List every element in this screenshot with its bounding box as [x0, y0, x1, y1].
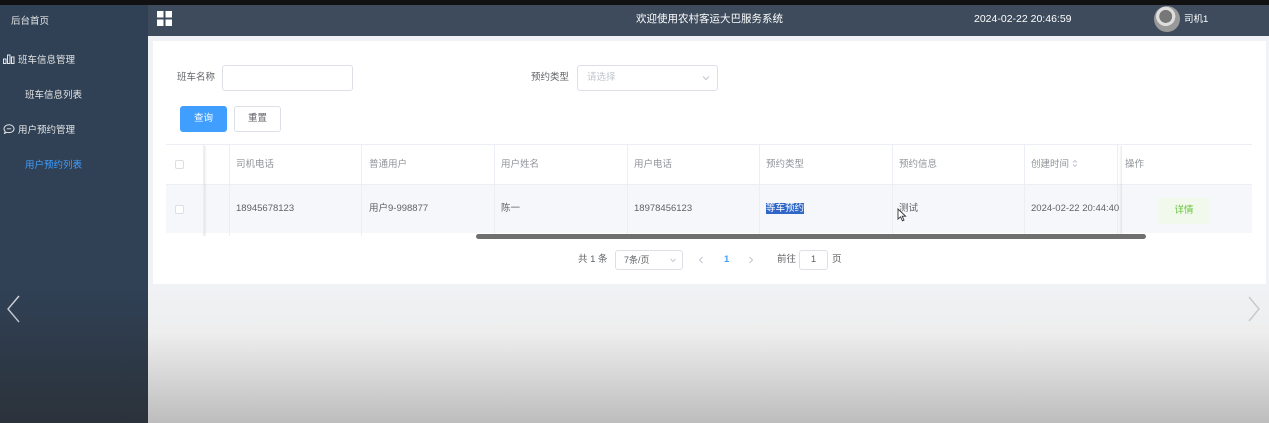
- sidebar-item-bus-list[interactable]: 班车信息列表: [25, 86, 173, 106]
- reservation-type-select[interactable]: 请选择: [577, 65, 718, 91]
- fixed-column-shadow: [204, 146, 207, 236]
- page-size-select[interactable]: 7条/页: [615, 250, 683, 270]
- column-divider: [361, 145, 362, 236]
- sidebar-group-label: 班车信息管理: [18, 55, 76, 66]
- column-header-user-name: 用户姓名: [501, 159, 540, 170]
- column-header-user-phone: 用户电话: [634, 159, 673, 170]
- row-checkbox[interactable]: [175, 205, 184, 214]
- bus-name-label: 班车名称: [177, 72, 216, 83]
- column-divider: [229, 145, 230, 236]
- query-button[interactable]: 查询: [180, 106, 227, 132]
- column-header-label: 创建时间: [1031, 159, 1070, 170]
- reset-button[interactable]: 重置: [234, 106, 281, 132]
- cell-driver-phone: 18945678123: [236, 203, 295, 214]
- chevron-down-icon: [702, 76, 710, 81]
- system-title: 欢迎使用农村客运大巴服务系统: [636, 13, 783, 25]
- next-page-icon[interactable]: [747, 255, 755, 265]
- page-size-value: 7条/页: [624, 255, 650, 265]
- chevron-down-icon: [670, 258, 676, 263]
- detail-button[interactable]: 详情: [1158, 198, 1210, 224]
- reservation-type-placeholder: 请选择: [587, 72, 616, 83]
- column-divider: [494, 145, 495, 236]
- column-header-user: 普通用户: [369, 159, 408, 170]
- sidebar-group-reservation[interactable]: 用户预约管理: [3, 121, 151, 141]
- column-divider: [892, 145, 893, 236]
- cell-user-name: 陈一: [501, 203, 521, 214]
- reservation-table: 司机电话 普通用户 用户姓名 用户电话 预约类型 预约信息 创建时间 操作 18…: [166, 144, 1252, 237]
- cell-reservation-type: 等车预约: [766, 185, 805, 233]
- cell-user-phone: 18978456123: [634, 203, 693, 214]
- goto-page-input[interactable]: 1: [799, 250, 828, 270]
- sidebar-group-label: 用户预约管理: [18, 125, 76, 136]
- column-header-reservation-info: 预约信息: [899, 159, 938, 170]
- sort-caret-icon[interactable]: [1072, 159, 1078, 168]
- sidebar-item-reservation-list[interactable]: 用户预约列表: [25, 156, 173, 176]
- menu-grid-icon[interactable]: [157, 11, 172, 26]
- sidebar-group-bus-info[interactable]: 班车信息管理: [3, 51, 151, 71]
- goto-label: 前往: [777, 254, 797, 265]
- cell-created-time: 2024-02-22 20:44:40: [1031, 203, 1120, 214]
- column-header-driver-phone: 司机电话: [236, 159, 275, 170]
- column-divider: [1024, 145, 1025, 236]
- top-header: 欢迎使用农村客运大巴服务系统 2024-02-22 20:46:59 司机1: [148, 5, 1269, 36]
- table-horizontal-scrollbar[interactable]: [476, 234, 1146, 239]
- bar-chart-icon: [3, 54, 15, 64]
- column-header-reservation-type: 预约类型: [766, 159, 805, 170]
- selected-text: 等车预约: [766, 203, 805, 214]
- reservation-type-label: 预约类型: [531, 72, 570, 83]
- username[interactable]: 司机1: [1184, 5, 1208, 35]
- current-datetime: 2024-02-22 20:46:59: [974, 13, 1072, 25]
- sidebar-bottom-shade: [0, 284, 148, 423]
- column-header-actions: 操作: [1125, 159, 1145, 170]
- content-card: 班车名称 预约类型 请选择 查询 重置 司机电话 普通用户 用户姓名 用户电话 …: [153, 41, 1266, 284]
- prev-page-icon[interactable]: [697, 255, 705, 265]
- mouse-cursor-icon: [897, 208, 907, 222]
- sidebar-item-home[interactable]: 后台首页: [11, 12, 159, 32]
- column-divider: [627, 145, 628, 236]
- bus-name-input[interactable]: [222, 65, 353, 91]
- pagination-total: 共 1 条: [578, 254, 608, 265]
- chat-bubble-icon: [3, 124, 15, 134]
- page-unit-label: 页: [832, 254, 842, 265]
- avatar[interactable]: [1154, 6, 1180, 32]
- page-number-current[interactable]: 1: [724, 250, 729, 270]
- page-background: [148, 284, 1269, 423]
- select-all-checkbox[interactable]: [175, 160, 184, 169]
- chevron-right-icon[interactable]: [1245, 294, 1263, 324]
- column-header-created-time[interactable]: 创建时间: [1031, 146, 1078, 184]
- column-divider: [759, 145, 760, 236]
- fixed-column-shadow: [1119, 146, 1122, 236]
- cell-user: 用户9-998877: [369, 203, 429, 214]
